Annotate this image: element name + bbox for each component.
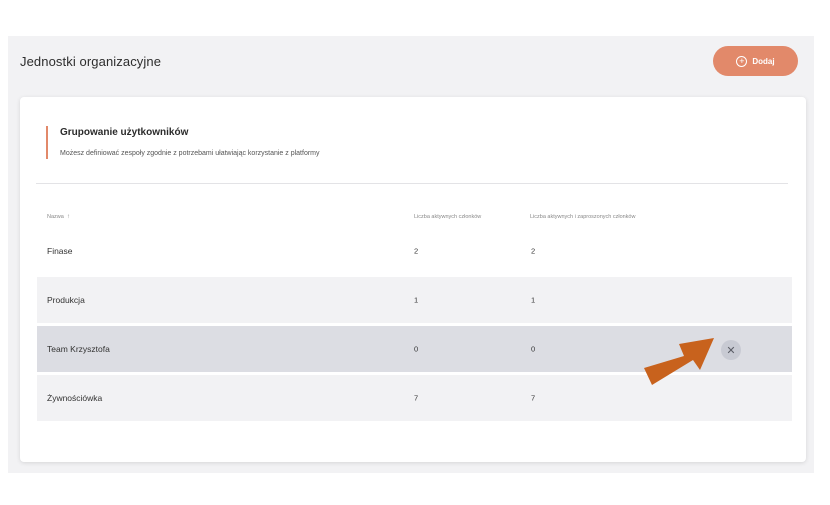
row-name: Finase: [47, 246, 73, 256]
row-invited-count: 0: [531, 344, 536, 354]
app-panel: Jednostki organizacyjne + Dodaj Grupowan…: [8, 36, 814, 473]
section-title: Grupowanie użytkowników: [60, 127, 189, 138]
row-active-count: 1: [414, 295, 419, 305]
row-name: Żywnościówka: [47, 393, 103, 403]
column-header-active-members[interactable]: Liczba aktywnych członków: [414, 214, 481, 220]
row-name: Team Krzysztofa: [47, 344, 110, 354]
row-name: Produkcja: [47, 295, 85, 305]
row-invited-count: 7: [531, 393, 536, 403]
groups-card: Grupowanie użytkowników Możesz definiowa…: [20, 97, 806, 462]
add-button-label: Dodaj: [752, 56, 775, 66]
row-invited-count: 1: [531, 295, 536, 305]
plus-circle-icon: +: [736, 55, 748, 67]
section-header: Grupowanie użytkowników Możesz definiowa…: [46, 126, 320, 159]
add-button[interactable]: + Dodaj: [713, 46, 798, 76]
row-active-count: 7: [414, 393, 419, 403]
column-header-name[interactable]: Nazwa ↑: [47, 214, 70, 220]
table-row[interactable]: Finase 2 2: [37, 228, 792, 274]
row-active-count: 0: [414, 344, 419, 354]
table-row[interactable]: Produkcja 1 1: [37, 277, 792, 323]
annotation-arrow-icon: [644, 338, 714, 385]
close-icon: ✕: [726, 344, 736, 357]
remove-row-button[interactable]: ✕: [721, 340, 741, 360]
divider: [36, 183, 788, 184]
row-invited-count: 2: [531, 246, 536, 256]
arrow-up-icon: ↑: [66, 214, 70, 220]
column-header-name-label: Nazwa: [47, 214, 64, 220]
page-title: Jednostki organizacyjne: [20, 54, 162, 69]
row-active-count: 2: [414, 246, 419, 256]
section-description: Możesz definiować zespoły zgodnie z potr…: [60, 150, 320, 157]
column-header-invited-members[interactable]: Liczba aktywnych i zaproszonych członków: [530, 214, 635, 220]
